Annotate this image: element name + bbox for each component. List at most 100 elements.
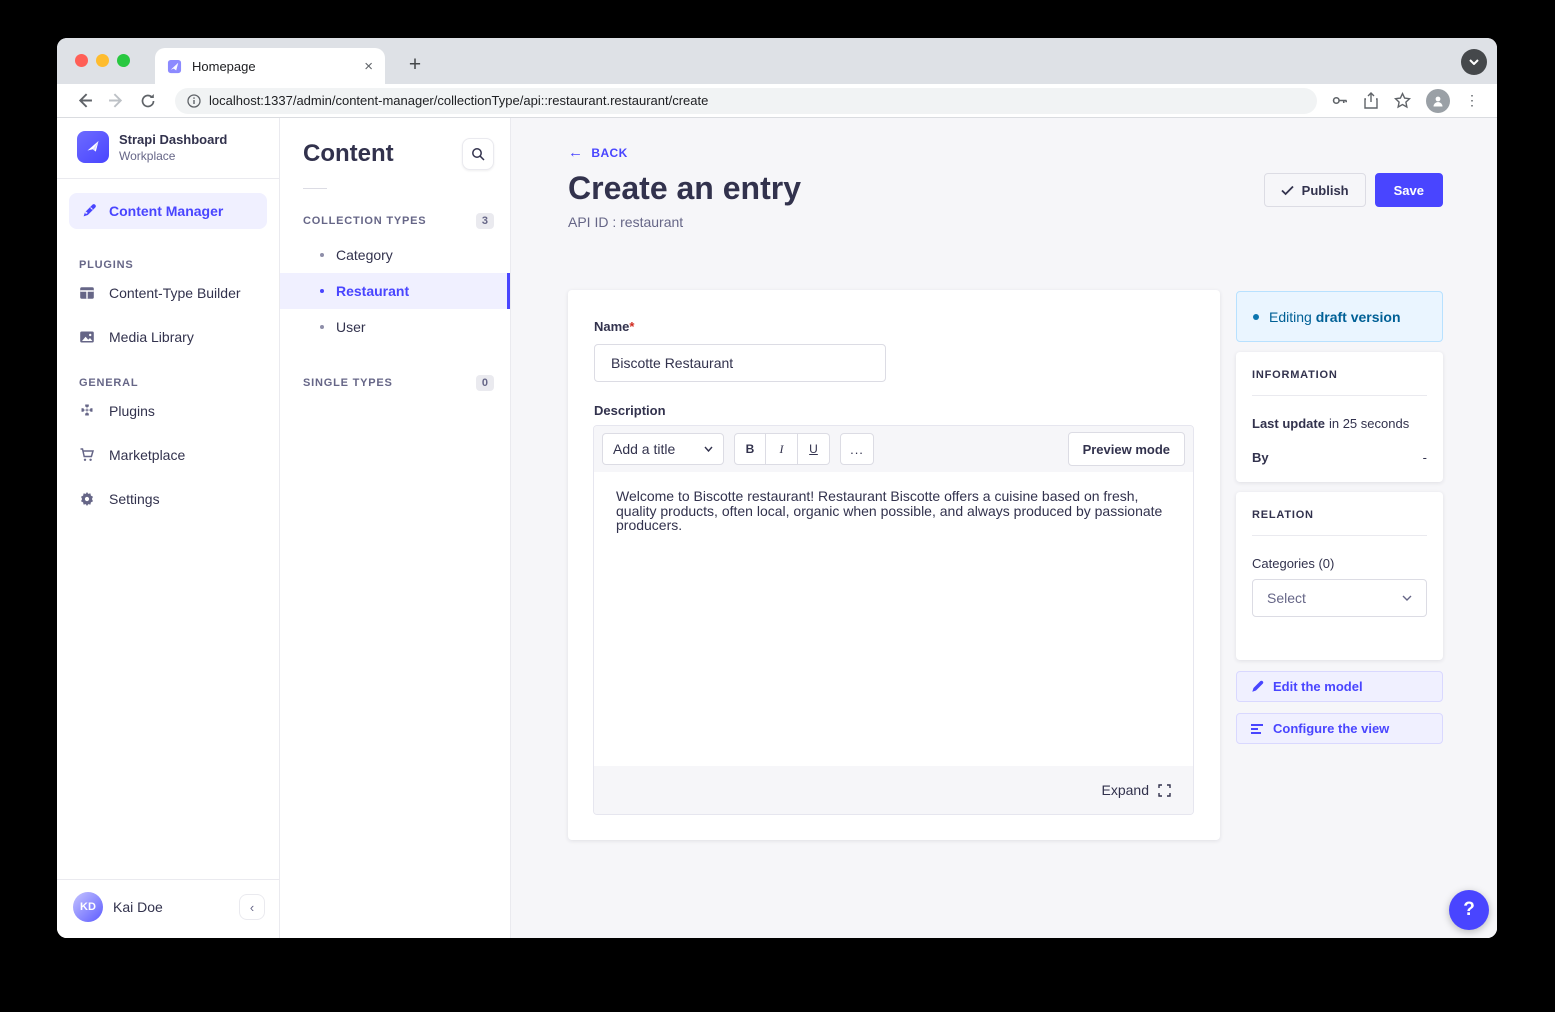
- back-icon[interactable]: [71, 88, 97, 114]
- expand-label[interactable]: Expand: [1102, 782, 1149, 798]
- url-text[interactable]: localhost:1337/admin/content-manager/col…: [209, 93, 708, 108]
- sidebar-item-label: Content-Type Builder: [109, 285, 241, 301]
- close-tab-icon[interactable]: ×: [364, 58, 373, 75]
- sidebar-item-marketplace[interactable]: Marketplace: [57, 433, 279, 477]
- configure-lines-icon: [1251, 723, 1264, 735]
- strapi-logo-icon: [77, 131, 109, 163]
- page-title: Create an entry: [568, 170, 801, 207]
- check-icon: [1281, 185, 1294, 196]
- bullet-icon: [320, 289, 324, 293]
- edit-model-button[interactable]: Edit the model: [1236, 671, 1443, 702]
- sidebar-item-settings[interactable]: Settings: [57, 477, 279, 521]
- sidebar-item-label: Plugins: [109, 403, 155, 419]
- by-row: By -: [1252, 450, 1427, 465]
- subnav-item-category[interactable]: Category: [280, 237, 510, 273]
- subnav-item-restaurant[interactable]: Restaurant: [280, 273, 510, 309]
- last-update-label: Last update: [1252, 416, 1325, 431]
- reload-icon[interactable]: [135, 88, 161, 114]
- subnav-title: Content: [303, 140, 394, 168]
- toolbar-actions: ⋮: [1331, 89, 1483, 113]
- site-info-icon[interactable]: [187, 94, 201, 108]
- search-icon: [471, 147, 485, 161]
- sidebar-item-media-library[interactable]: Media Library: [57, 315, 279, 359]
- minimize-window-button[interactable]: [96, 54, 109, 67]
- format-button-group: B I U: [734, 433, 830, 465]
- collection-types-header: COLLECTION TYPES 3: [280, 213, 510, 229]
- preview-mode-button[interactable]: Preview mode: [1068, 432, 1185, 466]
- relation-title: RELATION: [1252, 509, 1427, 521]
- browser-avatar-icon[interactable]: [1426, 89, 1450, 113]
- maximize-window-button[interactable]: [117, 54, 130, 67]
- draft-status-text: Editing draft version: [1269, 309, 1401, 325]
- single-types-label: SINGLE TYPES: [303, 377, 393, 389]
- header-actions: Publish Save: [1264, 173, 1443, 207]
- image-icon: [79, 329, 95, 345]
- content-manager-icon: [81, 203, 97, 219]
- app-title: Strapi Dashboard: [119, 132, 227, 147]
- sidebar-item-label: Settings: [109, 491, 160, 507]
- subnav-item-user[interactable]: User: [280, 309, 510, 345]
- by-label: By: [1252, 450, 1269, 465]
- underline-button[interactable]: U: [798, 433, 830, 465]
- description-label: Description: [594, 403, 666, 418]
- single-types-count-badge: 0: [476, 375, 494, 391]
- subnav-item-label: Category: [336, 247, 393, 263]
- collapse-sidebar-button[interactable]: ‹: [239, 894, 265, 920]
- sidebar-item-plugins[interactable]: Plugins: [57, 389, 279, 433]
- title-style-dropdown[interactable]: Add a title: [602, 433, 724, 465]
- browser-tab[interactable]: Homepage ×: [155, 48, 385, 84]
- information-divider: [1252, 395, 1427, 396]
- description-textarea[interactable]: Welcome to Biscotte restaurant! Restaura…: [594, 472, 1193, 766]
- chevron-down-icon: [704, 446, 713, 452]
- publish-button[interactable]: Publish: [1264, 173, 1366, 207]
- main-sidebar: Strapi Dashboard Workplace Content Manag…: [57, 118, 280, 938]
- save-button[interactable]: Save: [1375, 173, 1443, 207]
- relation-divider: [1252, 535, 1427, 536]
- tab-title: Homepage: [192, 59, 354, 74]
- password-key-icon[interactable]: [1331, 92, 1348, 109]
- sidebar-footer: KD Kai Doe ‹: [57, 877, 279, 938]
- entry-form-card: Name* Description Add a title: [568, 290, 1220, 840]
- relation-card: RELATION Categories (0) Select: [1236, 492, 1443, 660]
- sidebar-item-content-type-builder[interactable]: Content-Type Builder: [57, 271, 279, 315]
- browser-menu-icon[interactable]: ⋮: [1465, 98, 1479, 103]
- workspace-name: Workplace: [119, 149, 227, 163]
- browser-profile-chevron-icon[interactable]: [1461, 49, 1487, 75]
- collection-types-count-badge: 3: [476, 213, 494, 229]
- sidebar-item-content-manager[interactable]: Content Manager: [69, 193, 267, 229]
- back-link[interactable]: ← BACK: [568, 144, 628, 161]
- url-bar[interactable]: localhost:1337/admin/content-manager/col…: [175, 88, 1317, 114]
- close-window-button[interactable]: [75, 54, 88, 67]
- user-row: KD Kai Doe ‹: [57, 880, 279, 938]
- cart-icon: [79, 447, 95, 463]
- sidebar-divider: [57, 178, 279, 179]
- italic-button[interactable]: I: [766, 433, 798, 465]
- workspace-switcher[interactable]: Strapi Dashboard Workplace: [57, 118, 279, 176]
- user-name: Kai Doe: [113, 899, 229, 915]
- tab-strip: Homepage × +: [57, 38, 1497, 84]
- chevron-down-icon: [1402, 595, 1412, 601]
- main-content: ← BACK Create an entry API ID : restaura…: [511, 118, 1497, 938]
- new-tab-button[interactable]: +: [401, 51, 429, 79]
- help-button[interactable]: ?: [1449, 890, 1489, 930]
- edit-model-label: Edit the model: [1273, 679, 1363, 694]
- back-label: BACK: [591, 146, 627, 160]
- select-placeholder: Select: [1267, 590, 1306, 606]
- categories-select[interactable]: Select: [1252, 579, 1427, 617]
- expand-icon[interactable]: [1158, 784, 1171, 797]
- forward-icon[interactable]: [103, 88, 129, 114]
- rich-text-editor: Add a title B I U ... Preview mode: [593, 425, 1194, 815]
- sidebar-item-label: Marketplace: [109, 447, 185, 463]
- strapi-app: Strapi Dashboard Workplace Content Manag…: [57, 118, 1497, 938]
- more-formats-button[interactable]: ...: [840, 433, 874, 465]
- bullet-icon: [320, 253, 324, 257]
- status-dot-icon: [1253, 314, 1259, 320]
- share-icon[interactable]: [1363, 92, 1379, 109]
- search-button[interactable]: [462, 138, 494, 170]
- browser-window: Homepage × + localhost:1337/admin/conten…: [57, 38, 1497, 938]
- bold-button[interactable]: B: [734, 433, 766, 465]
- name-input[interactable]: [594, 344, 886, 382]
- configure-view-button[interactable]: Configure the view: [1236, 713, 1443, 744]
- pencil-icon: [1251, 680, 1264, 693]
- bookmark-star-icon[interactable]: [1394, 92, 1411, 109]
